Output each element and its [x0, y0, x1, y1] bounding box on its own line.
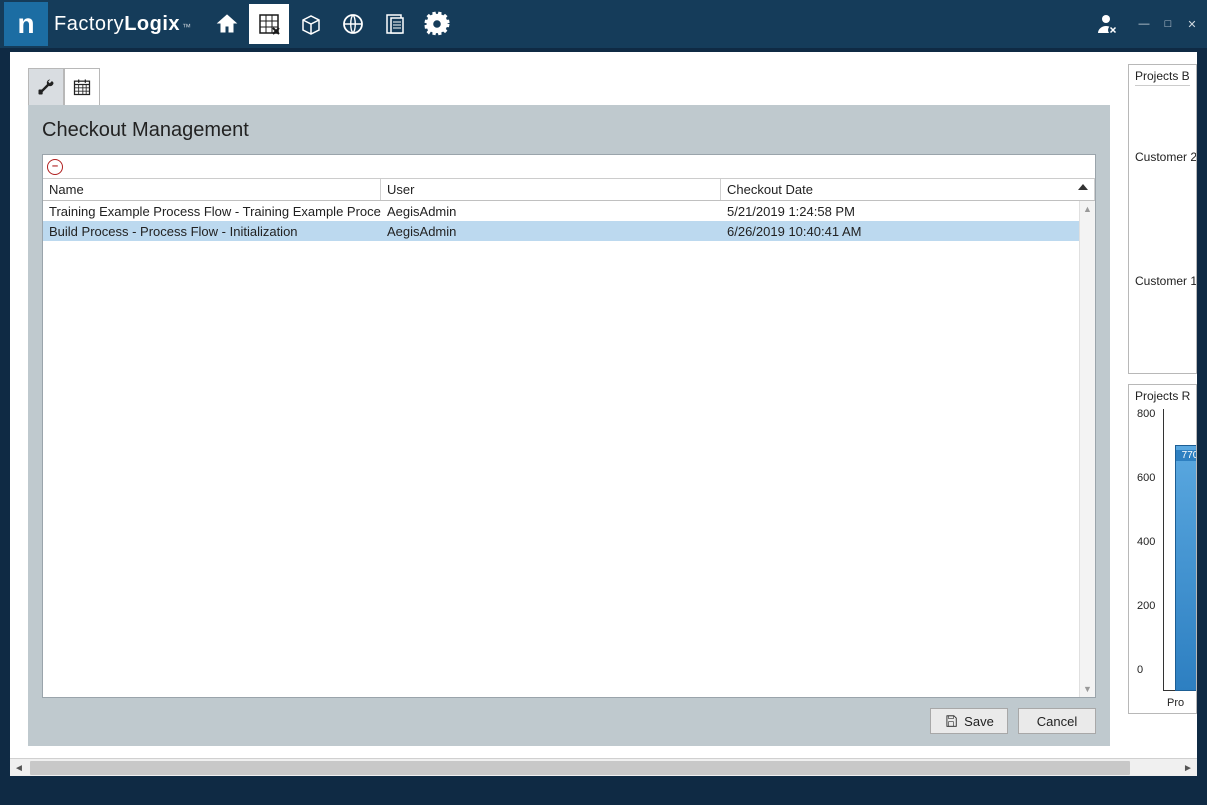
ytick: 0	[1137, 664, 1143, 676]
horizontal-scrollbar[interactable]: ◄ ►	[10, 758, 1197, 776]
close-button[interactable]: ✕	[1185, 17, 1199, 31]
ytick: 800	[1137, 408, 1155, 420]
top-toolbar: n FactoryLogix™ — □ ✕	[0, 0, 1207, 48]
globe-button[interactable]	[333, 4, 373, 44]
ytick: 600	[1137, 472, 1155, 484]
scroll-thumb[interactable]	[30, 761, 1130, 775]
grid-header: Name User Checkout Date	[43, 179, 1095, 201]
grid-toolbar: –	[43, 155, 1095, 179]
cell-name: Build Process - Process Flow - Initializ…	[43, 224, 381, 239]
column-header-user[interactable]: User	[381, 179, 721, 200]
side-card-title: Projects B	[1135, 69, 1190, 86]
minimize-button[interactable]: —	[1137, 17, 1151, 31]
main-panel: Checkout Management – Name User Checkout…	[10, 52, 1128, 758]
document-button[interactable]	[375, 4, 415, 44]
cell-user: AegisAdmin	[381, 224, 721, 239]
ytick: 200	[1137, 600, 1155, 612]
sort-ascending-icon	[1078, 184, 1088, 190]
brand-label: FactoryLogix™	[54, 13, 192, 36]
bar-value: 770	[1176, 450, 1197, 461]
ytick: 400	[1137, 536, 1155, 548]
grid-button[interactable]	[249, 4, 289, 44]
chart-axis: 0 200 400 600 800 770 Pro	[1133, 409, 1196, 709]
scroll-left-icon[interactable]: ◄	[10, 759, 28, 777]
home-button[interactable]	[207, 4, 247, 44]
delete-button[interactable]: –	[47, 159, 63, 175]
checkout-grid: – Name User Checkout Date Training Examp…	[42, 154, 1096, 698]
cell-date: 6/26/2019 10:40:41 AM	[721, 224, 1095, 239]
table-row[interactable]: Training Example Process Flow - Training…	[43, 201, 1095, 221]
chart-xlabel: Pro	[1167, 697, 1184, 709]
window-controls: — □ ✕	[1091, 0, 1199, 48]
package-button[interactable]	[291, 4, 331, 44]
save-icon	[944, 714, 958, 728]
app-logo: n	[4, 2, 48, 46]
page-title: Checkout Management	[42, 119, 1096, 142]
save-button[interactable]: Save	[930, 708, 1008, 734]
maximize-button[interactable]: □	[1161, 17, 1175, 31]
chart-bar: 770	[1175, 445, 1197, 691]
cell-name: Training Example Process Flow - Training…	[43, 204, 381, 219]
scroll-down-icon[interactable]: ▼	[1080, 681, 1095, 697]
settings-button[interactable]	[417, 4, 457, 44]
user-icon[interactable]	[1091, 9, 1121, 39]
side-label-customer2: Customer 2	[1135, 150, 1190, 164]
scroll-up-icon[interactable]: ▲	[1080, 201, 1095, 217]
cancel-button[interactable]: Cancel	[1018, 708, 1096, 734]
right-sidebar: Projects B Customer 2 Customer 1 Project…	[1128, 52, 1197, 758]
cell-date: 5/21/2019 1:24:58 PM	[721, 204, 1095, 219]
side-card-customers: Projects B Customer 2 Customer 1	[1128, 64, 1197, 374]
tab-calendar[interactable]	[64, 68, 100, 106]
chart-title: Projects R	[1133, 389, 1196, 405]
grid-body: Training Example Process Flow - Training…	[43, 201, 1095, 697]
column-header-name[interactable]: Name	[43, 179, 381, 200]
column-header-date[interactable]: Checkout Date	[721, 179, 1095, 200]
side-chart: Projects R 0 200 400 600 800 770 Pro	[1128, 384, 1197, 714]
vertical-scrollbar[interactable]: ▲ ▼	[1079, 201, 1095, 697]
scroll-right-icon[interactable]: ►	[1179, 759, 1197, 777]
table-row[interactable]: Build Process - Process Flow - Initializ…	[43, 221, 1095, 241]
panel-tabs	[28, 68, 1110, 106]
content-card: Checkout Management – Name User Checkout…	[28, 105, 1110, 746]
footer-buttons: Save Cancel	[42, 698, 1096, 734]
tab-tools[interactable]	[28, 68, 64, 106]
cell-user: AegisAdmin	[381, 204, 721, 219]
side-label-customer1: Customer 1	[1135, 274, 1190, 288]
workspace: Checkout Management – Name User Checkout…	[10, 52, 1197, 776]
